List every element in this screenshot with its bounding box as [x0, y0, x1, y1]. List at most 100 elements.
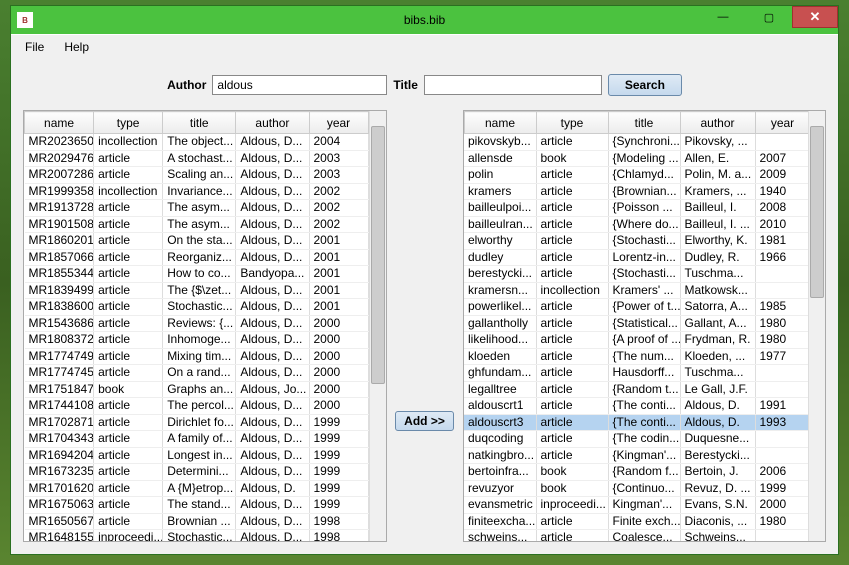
- cell-title: The object...: [163, 134, 236, 151]
- table-row[interactable]: MR1774749articleMixing tim...Aldous, D..…: [25, 348, 369, 365]
- cell-type: incollection: [94, 134, 163, 151]
- table-row[interactable]: MR1543686articleReviews: {...Aldous, D..…: [25, 315, 369, 332]
- cell-title: {Kingman'...: [608, 447, 680, 464]
- table-row[interactable]: polinarticle{Chlamyd...Polin, M. a...200…: [464, 167, 808, 184]
- search-button[interactable]: Search: [608, 74, 682, 96]
- table-row[interactable]: MR1855344articleHow to co...Bandyopa...2…: [25, 266, 369, 283]
- table-row[interactable]: evansmetricinproceedi...Kingman'...Evans…: [464, 497, 808, 514]
- table-row[interactable]: MR1838600articleStochastic...Aldous, D..…: [25, 299, 369, 316]
- table-row[interactable]: powerlikel...article{Power of t...Satorr…: [464, 299, 808, 316]
- table-row[interactable]: MR2007286articleScaling an...Aldous, D..…: [25, 167, 369, 184]
- cell-type: article: [536, 200, 608, 217]
- titlebar[interactable]: B bibs.bib — ▢ ✕: [11, 6, 838, 34]
- table-row[interactable]: MR1774745articleOn a rand...Aldous, D...…: [25, 365, 369, 382]
- cell-name: legalltree: [464, 381, 536, 398]
- table-row[interactable]: schweins...articleCoalesce...Schweins...: [464, 530, 808, 542]
- cell-name: MR1702871: [25, 414, 94, 431]
- cell-title: {Random t...: [608, 381, 680, 398]
- cell-type: inproceedi...: [536, 497, 608, 514]
- table-row[interactable]: MR1673235articleDetermini...Aldous, D...…: [25, 464, 369, 481]
- table-row[interactable]: kramersn...incollectionKramers' ...Matko…: [464, 282, 808, 299]
- right-header-name[interactable]: name: [464, 112, 536, 134]
- table-row[interactable]: kramersarticle{Brownian...Kramers, ...19…: [464, 183, 808, 200]
- left-header-title[interactable]: title: [163, 112, 236, 134]
- cell-title: {The conti...: [608, 398, 680, 415]
- table-row[interactable]: berestycki...article{Stochasti...Tuschma…: [464, 266, 808, 283]
- cell-name: MR2007286: [25, 167, 94, 184]
- minimize-button[interactable]: —: [700, 6, 746, 28]
- table-row[interactable]: elworthyarticle{Stochasti...Elworthy, K.…: [464, 233, 808, 250]
- left-header-author[interactable]: author: [236, 112, 309, 134]
- table-row[interactable]: MR1857066articleReorganiz...Aldous, D...…: [25, 249, 369, 266]
- table-row[interactable]: allensdebook{Modeling ...Allen, E.2007: [464, 150, 808, 167]
- cell-title: The stand...: [163, 497, 236, 514]
- left-header-name[interactable]: name: [25, 112, 94, 134]
- cell-year: 1991: [755, 398, 808, 415]
- table-row[interactable]: aldouscrt1article{The conti...Aldous, D.…: [464, 398, 808, 415]
- table-row[interactable]: bertoinfra...book{Random f...Bertoin, J.…: [464, 464, 808, 481]
- table-row[interactable]: kloedenarticle{The num...Kloeden, ...197…: [464, 348, 808, 365]
- right-scrollbar-v[interactable]: [808, 111, 825, 541]
- table-row[interactable]: MR1702871articleDirichlet fo...Aldous, D…: [25, 414, 369, 431]
- cell-year: 1999: [309, 497, 368, 514]
- add-button[interactable]: Add >>: [395, 411, 454, 431]
- cell-year: 1998: [309, 530, 368, 542]
- cell-year: [755, 365, 808, 382]
- close-button[interactable]: ✕: [792, 6, 838, 28]
- maximize-button[interactable]: ▢: [746, 6, 792, 28]
- table-row[interactable]: MR1808372articleInhomoge...Aldous, D...2…: [25, 332, 369, 349]
- right-table: name type title author year pikovskyb...…: [464, 111, 809, 541]
- cell-year: 2000: [309, 381, 368, 398]
- table-row[interactable]: aldouscrt3article{The conti...Aldous, D.…: [464, 414, 808, 431]
- cell-year: 2000: [755, 497, 808, 514]
- table-row[interactable]: MR1913728articleThe asym...Aldous, D...2…: [25, 200, 369, 217]
- table-row[interactable]: MR1901508articleThe asym...Aldous, D...2…: [25, 216, 369, 233]
- cell-author: Tuschma...: [680, 266, 755, 283]
- table-row[interactable]: MR1650567articleBrownian ...Aldous, D...…: [25, 513, 369, 530]
- menu-help[interactable]: Help: [56, 37, 97, 57]
- table-row[interactable]: bailleulran...article{Where do...Bailleu…: [464, 216, 808, 233]
- table-row[interactable]: MR1999358incollectionInvariance...Aldous…: [25, 183, 369, 200]
- cell-title: Invariance...: [163, 183, 236, 200]
- cell-title: Coalesce...: [608, 530, 680, 542]
- table-row[interactable]: revuzyorbook{Continuo...Revuz, D. ...199…: [464, 480, 808, 497]
- right-header-author[interactable]: author: [680, 112, 755, 134]
- content-area: Author Title Search name typ: [11, 58, 838, 554]
- left-header-type[interactable]: type: [94, 112, 163, 134]
- right-header-title[interactable]: title: [608, 112, 680, 134]
- table-row[interactable]: pikovskyb...article{Synchroni...Pikovsky…: [464, 134, 808, 151]
- cell-type: article: [536, 447, 608, 464]
- table-row[interactable]: dudleyarticleLorentz-in...Dudley, R.1966: [464, 249, 808, 266]
- table-row[interactable]: bailleulpoi...article{Poisson ...Bailleu…: [464, 200, 808, 217]
- table-row[interactable]: ghfundam...articleHausdorff...Tuschma...: [464, 365, 808, 382]
- cell-name: bertoinfra...: [464, 464, 536, 481]
- table-row[interactable]: MR1839499articleThe {$\zet...Aldous, D..…: [25, 282, 369, 299]
- table-row[interactable]: likelihood...article{A proof of ...Frydm…: [464, 332, 808, 349]
- table-row[interactable]: MR1744108articleThe percol...Aldous, D..…: [25, 398, 369, 415]
- left-scrollbar-v[interactable]: [369, 111, 386, 541]
- table-row[interactable]: MR1704343articleA family of...Aldous, D.…: [25, 431, 369, 448]
- right-header-year[interactable]: year: [755, 112, 808, 134]
- title-input[interactable]: [424, 75, 602, 95]
- table-row[interactable]: gallanthollyarticle{Statistical...Gallan…: [464, 315, 808, 332]
- cell-year: 2000: [309, 332, 368, 349]
- table-row[interactable]: MR1648155inproceedi...Stochastic...Aldou…: [25, 530, 369, 542]
- cell-type: article: [94, 233, 163, 250]
- table-row[interactable]: duqcodingarticle{The codin...Duquesne...: [464, 431, 808, 448]
- table-row[interactable]: MR1694204articleLongest in...Aldous, D..…: [25, 447, 369, 464]
- table-row[interactable]: legalltreearticle{Random t...Le Gall, J.…: [464, 381, 808, 398]
- author-input[interactable]: [212, 75, 387, 95]
- table-row[interactable]: finiteexcha...articleFinite exch...Diaco…: [464, 513, 808, 530]
- table-row[interactable]: MR2029476articleA stochast...Aldous, D..…: [25, 150, 369, 167]
- table-row[interactable]: MR1860201articleOn the sta...Aldous, D..…: [25, 233, 369, 250]
- table-row[interactable]: MR1751847bookGraphs an...Aldous, Jo...20…: [25, 381, 369, 398]
- table-row[interactable]: MR1675063articleThe stand...Aldous, D...…: [25, 497, 369, 514]
- table-row[interactable]: MR2023650incollectionThe object...Aldous…: [25, 134, 369, 151]
- cell-year: 2001: [309, 266, 368, 283]
- table-row[interactable]: natkingbro...article{Kingman'...Berestyc…: [464, 447, 808, 464]
- menu-file[interactable]: File: [17, 37, 52, 57]
- right-header-type[interactable]: type: [536, 112, 608, 134]
- left-header-year[interactable]: year: [309, 112, 368, 134]
- table-row[interactable]: MR1701620articleA {M}etrop...Aldous, D.1…: [25, 480, 369, 497]
- title-label: Title: [393, 78, 417, 92]
